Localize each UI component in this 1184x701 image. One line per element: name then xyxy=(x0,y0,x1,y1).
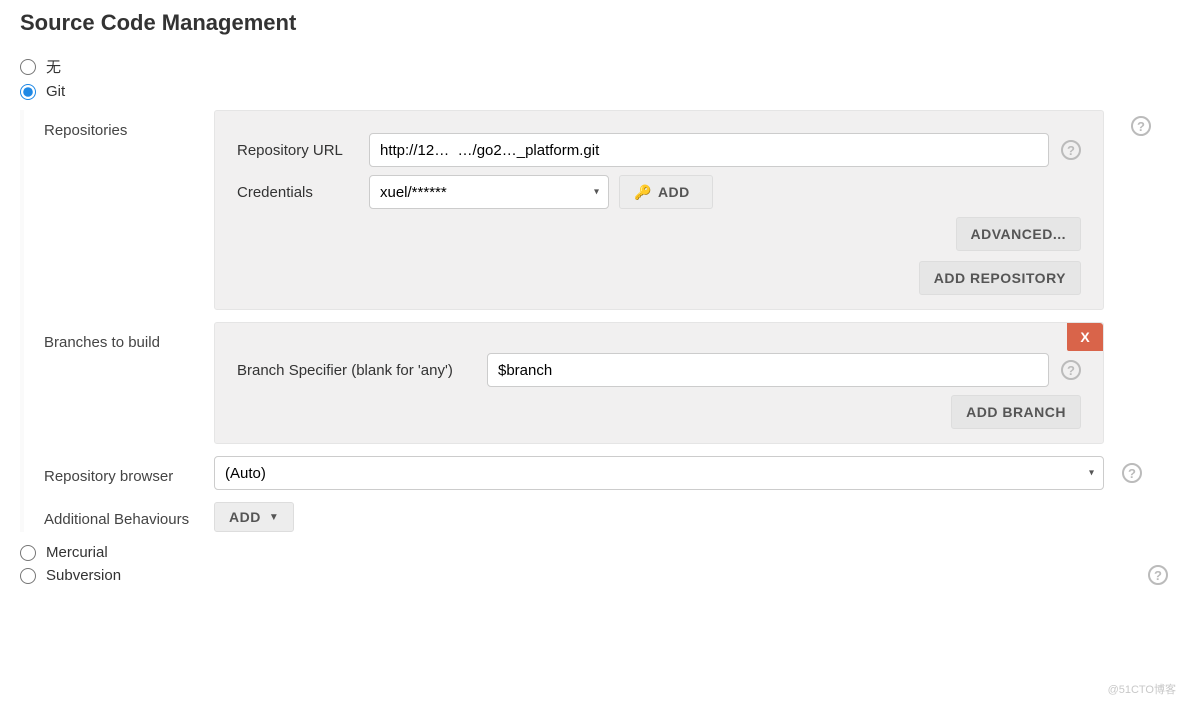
scm-radio-git[interactable] xyxy=(20,84,36,100)
branches-label: Branches to build xyxy=(44,322,214,444)
add-repository-button[interactable]: Add Repository xyxy=(919,261,1081,295)
add-credentials-label: Add xyxy=(658,184,690,200)
repo-url-input[interactable] xyxy=(369,133,1049,167)
scm-label-git: Git xyxy=(46,83,65,100)
add-branch-button[interactable]: Add Branch xyxy=(951,395,1081,429)
delete-branch-button[interactable]: X xyxy=(1067,323,1103,351)
help-icon[interactable]: ? xyxy=(1061,360,1081,380)
add-behaviour-button[interactable]: Add ▼ xyxy=(214,502,294,532)
watermark: @51CTO博客 xyxy=(1108,681,1176,697)
scm-label-mercurial: Mercurial xyxy=(46,544,108,561)
scm-radio-mercurial[interactable] xyxy=(20,545,36,561)
page-title: Source Code Management xyxy=(20,10,1164,36)
behaviours-label: Additional Behaviours xyxy=(44,507,214,528)
branch-specifier-input[interactable] xyxy=(487,353,1049,387)
branch-specifier-label: Branch Specifier (blank for 'any') xyxy=(237,362,487,379)
scm-label-none: 无 xyxy=(46,56,61,77)
repo-browser-label: Repository browser xyxy=(44,462,214,485)
help-icon[interactable]: ? xyxy=(1148,565,1168,585)
repository-panel: Repository URL ? Credentials xuel/******… xyxy=(214,110,1104,310)
scm-radio-none[interactable] xyxy=(20,59,36,75)
add-credentials-button[interactable]: 🔑 Add xyxy=(619,175,713,209)
chevron-down-icon: ▼ xyxy=(269,512,279,523)
credentials-label: Credentials xyxy=(237,184,369,201)
repo-browser-select[interactable]: (Auto) xyxy=(214,456,1104,490)
scm-radio-subversion[interactable] xyxy=(20,568,36,584)
help-icon[interactable]: ? xyxy=(1122,463,1142,483)
help-icon[interactable]: ? xyxy=(1061,140,1081,160)
add-behaviour-label: Add xyxy=(229,509,261,525)
repositories-label: Repositories xyxy=(44,110,214,310)
help-icon[interactable]: ? xyxy=(1131,116,1151,136)
credentials-select[interactable]: xuel/****** xyxy=(369,175,609,209)
key-icon: 🔑 xyxy=(634,184,652,201)
scm-label-subversion: Subversion xyxy=(46,567,121,584)
repo-url-label: Repository URL xyxy=(237,142,369,159)
advanced-button[interactable]: Advanced... xyxy=(956,217,1081,251)
branches-panel: X Branch Specifier (blank for 'any') ? A… xyxy=(214,322,1104,444)
